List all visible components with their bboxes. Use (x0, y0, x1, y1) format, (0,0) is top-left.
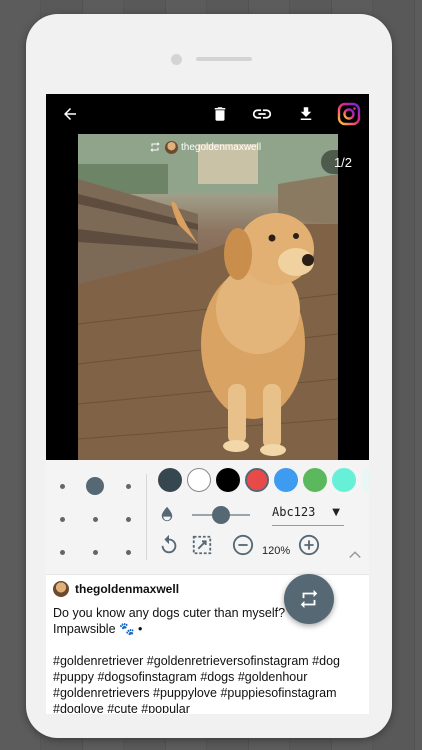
back-arrow-icon[interactable] (58, 102, 82, 126)
link-icon[interactable] (250, 102, 274, 126)
top-toolbar (46, 94, 369, 134)
zoom-in-icon[interactable] (298, 534, 320, 561)
zoom-out-icon[interactable] (232, 534, 254, 561)
instagram-icon[interactable] (337, 102, 361, 126)
phone-camera (171, 54, 182, 65)
position-dot[interactable] (93, 517, 98, 522)
download-icon[interactable] (294, 102, 318, 126)
color-swatch[interactable] (245, 468, 269, 492)
font-sample: Abc123 (272, 505, 316, 519)
rotate-icon[interactable] (158, 534, 180, 561)
caption-user[interactable]: thegoldenmaxwell (53, 581, 179, 597)
repost-button[interactable] (284, 574, 334, 624)
position-dot-selected[interactable] (86, 477, 104, 495)
dog-photo: thegoldenmaxwell (78, 134, 338, 460)
color-swatch[interactable] (361, 468, 369, 492)
photo-illustration (78, 134, 338, 460)
repost-icon (300, 589, 318, 609)
phone-frame: thegoldenmaxwell 1/2 Abc123 ▼ 120% thego… (26, 14, 392, 738)
position-dot[interactable] (126, 550, 131, 555)
photo-viewer[interactable]: thegoldenmaxwell 1/2 (46, 134, 369, 460)
panel-divider (146, 474, 147, 560)
repost-icon (150, 142, 160, 152)
caption-username: thegoldenmaxwell (75, 582, 180, 596)
opacity-drop-icon (158, 504, 176, 529)
position-dot[interactable] (60, 517, 65, 522)
delete-icon[interactable] (208, 102, 232, 126)
avatar (53, 581, 69, 597)
editor-panel: Abc123 ▼ 120% (46, 460, 369, 574)
color-swatch[interactable] (216, 468, 240, 492)
photo-username-tag: thegoldenmaxwell (144, 138, 267, 156)
position-dot[interactable] (60, 484, 65, 489)
photo-tag-avatar (165, 140, 178, 154)
color-swatch[interactable] (303, 468, 327, 492)
photo-tag-username: thegoldenmaxwell (181, 141, 262, 153)
color-swatch[interactable] (187, 468, 211, 492)
collapse-chevron-icon[interactable] (348, 546, 362, 564)
dropdown-arrow-icon: ▼ (332, 507, 340, 518)
page-indicator: 1/2 (321, 150, 365, 174)
color-swatch[interactable] (274, 468, 298, 492)
color-swatch[interactable] (332, 468, 356, 492)
position-dot[interactable] (60, 550, 65, 555)
position-dot[interactable] (93, 550, 98, 555)
font-select[interactable]: Abc123 ▼ (272, 505, 344, 526)
position-dot[interactable] (126, 517, 131, 522)
color-swatch[interactable] (158, 468, 182, 492)
opacity-slider-thumb[interactable] (212, 506, 230, 524)
resize-icon[interactable] (191, 534, 213, 561)
phone-speaker (196, 57, 252, 61)
zoom-level: 120% (262, 545, 291, 557)
position-dot[interactable] (126, 484, 131, 489)
